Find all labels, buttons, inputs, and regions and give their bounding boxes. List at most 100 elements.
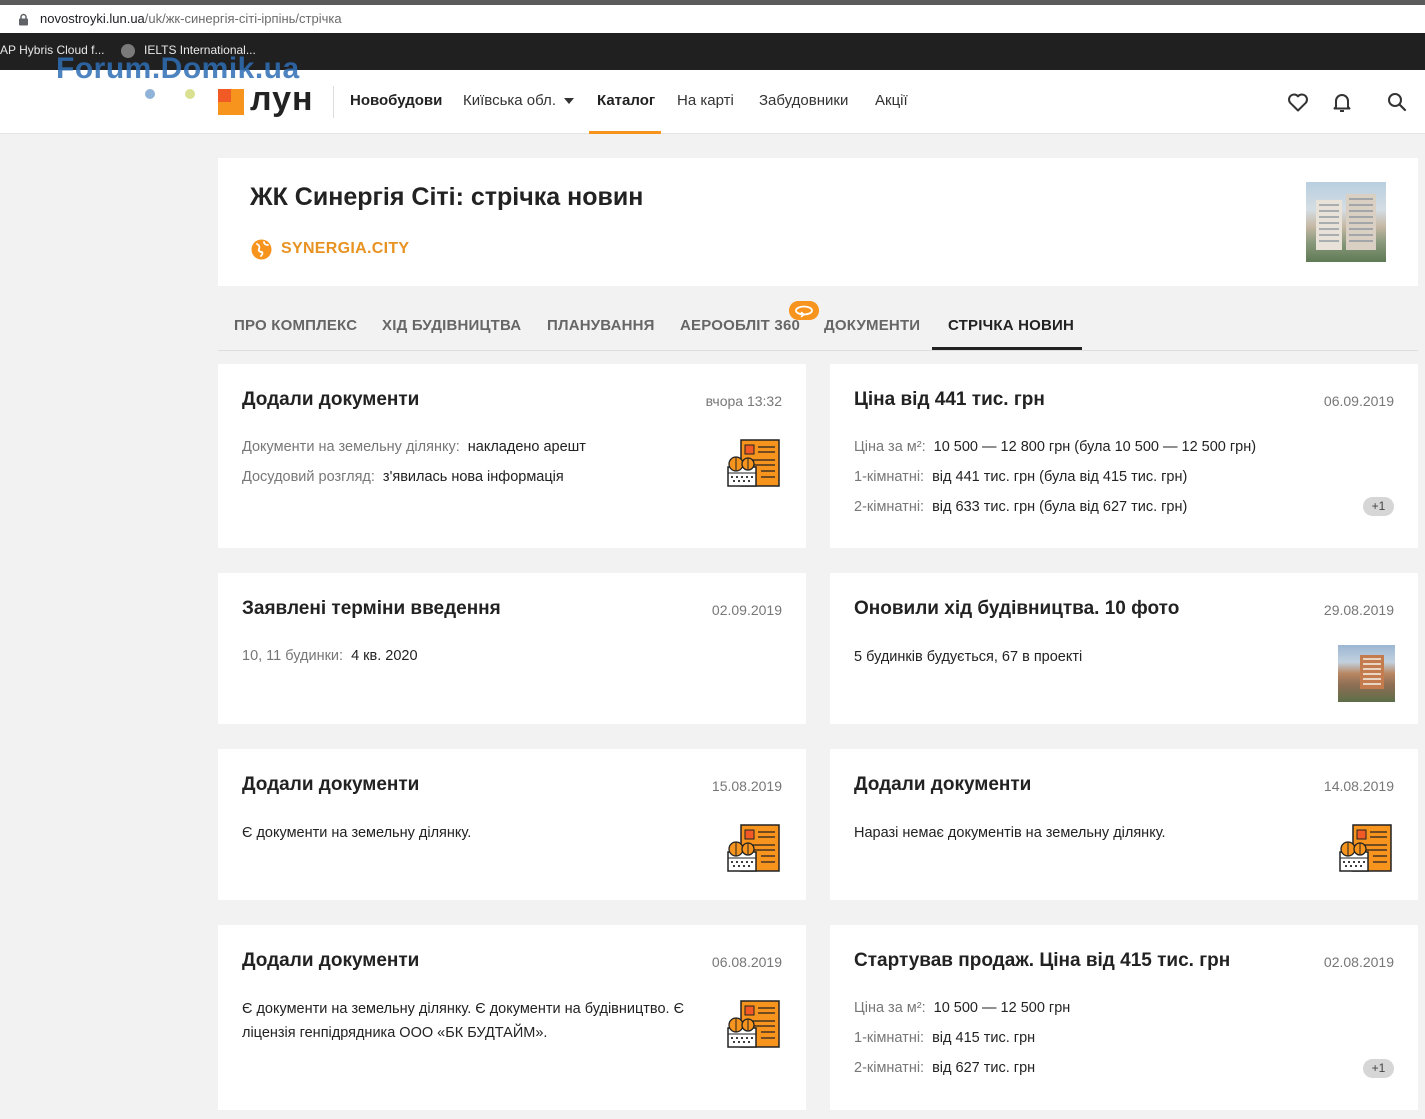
row-label: 1-кімнатні:: [854, 1030, 925, 1046]
logo-divider: [333, 86, 334, 118]
tab-progress[interactable]: ХІД БУДІВНИЦТВА: [382, 317, 521, 334]
row-label: Досудовий розгляд:: [242, 469, 375, 485]
news-card[interactable]: Заявлені терміни введення 02.09.2019 10,…: [218, 573, 806, 724]
news-card[interactable]: Ціна від 441 тис. грн 06.09.2019 Ціна за…: [830, 364, 1418, 548]
lock-icon: [19, 13, 28, 26]
news-card[interactable]: Додали документи 14.08.2019 Наразі немає…: [830, 749, 1418, 900]
news-card-title: Додали документи: [242, 389, 420, 410]
news-card-row: 1-кімнатні: від 441 тис. грн (була від 41…: [854, 469, 1187, 485]
panorama-360-icon: [789, 301, 819, 320]
construction-photo[interactable]: [1338, 645, 1395, 702]
news-card-row: Ціна за м²: 10 500 — 12 800 грн (була 10 …: [854, 439, 1256, 455]
news-card[interactable]: Додали документи 15.08.2019 Є документи …: [218, 749, 806, 900]
tab-documents[interactable]: ДОКУМЕНТИ: [824, 317, 920, 334]
heart-icon[interactable]: [1286, 90, 1310, 114]
news-card-title: Додали документи: [242, 950, 420, 971]
website-link[interactable]: SYNERGIA.CITY: [281, 240, 409, 258]
url-host: novostroyki.lun.ua: [40, 11, 145, 26]
news-card-title: Додали документи: [242, 774, 420, 795]
address-bar[interactable]: novostroyki.lun.ua/uk/жк-синергія-сіті-і…: [0, 0, 1425, 33]
news-card-date: 15.08.2019: [711, 778, 782, 794]
row-value: 4 кв. 2020: [351, 648, 418, 664]
chevron-down-icon: [563, 98, 574, 105]
url-path: /uk/жк-синергія-сіті-ірпінь/стрічка: [144, 11, 342, 26]
document-icon: [727, 439, 780, 487]
news-card-date: 29.08.2019: [1323, 602, 1394, 618]
news-card-title: Заявлені терміни введення: [242, 598, 501, 619]
nav-developers[interactable]: Забудовники: [759, 92, 848, 109]
row-value: від 627 тис. грн: [932, 1060, 1036, 1076]
tab-plans[interactable]: ПЛАНУВАННЯ: [547, 317, 655, 334]
news-card-title: Оновили хід будівництва. 10 фото: [854, 598, 1180, 619]
tab-active-indicator: [932, 347, 1082, 350]
decor-dot-blue: [145, 89, 155, 99]
news-card-row: 1-кімнатні: від 415 тис. грн: [854, 1030, 1035, 1046]
news-card-row: 10, 11 будинки: 4 кв. 2020: [242, 648, 418, 664]
photo-building: [1360, 655, 1384, 689]
row-value: 10 500 — 12 500 грн: [933, 1000, 1071, 1016]
news-card[interactable]: Додали документи вчора 13:32 Документи н…: [218, 364, 806, 548]
row-label: Ціна за м²:: [854, 1000, 926, 1016]
news-card-text: Є документи на земельну ділянку.: [242, 825, 472, 841]
news-card-date: 02.08.2019: [1323, 954, 1394, 970]
more-badge[interactable]: +1: [1363, 1059, 1394, 1078]
watermark: Forum.Domik.ua: [56, 52, 300, 85]
complex-thumbnail[interactable]: [1306, 182, 1386, 262]
nav-map[interactable]: На карті: [677, 92, 734, 109]
news-card[interactable]: Додали документи 06.08.2019 Є документи …: [218, 925, 806, 1110]
document-icon: [1339, 824, 1392, 872]
row-label: 2-кімнатні:: [854, 1060, 925, 1076]
tab-about[interactable]: ПРО КОМПЛЕКС: [234, 317, 357, 334]
row-label: Документи на земельну ділянку:: [242, 439, 460, 455]
row-value: накладено арешт: [467, 439, 586, 455]
news-card-row: Досудовий розгляд: з'явилась нова інформа…: [242, 469, 564, 485]
news-card-date: вчора 13:32: [705, 393, 782, 409]
news-card-text: Наразі немає документів на земельну діля…: [854, 825, 1166, 841]
url-text[interactable]: novostroyki.lun.ua/uk/жк-синергія-сіті-і…: [40, 11, 342, 26]
news-card-row: 2-кімнатні: від 627 тис. грн: [854, 1060, 1035, 1076]
row-value: 10 500 — 12 800 грн (була 10 500 — 12 50…: [933, 439, 1257, 455]
news-card[interactable]: Стартував продаж. Ціна від 415 тис. грн …: [830, 925, 1418, 1110]
globe-icon: [251, 239, 272, 260]
row-label: Ціна за м²:: [854, 439, 926, 455]
thumbnail-building: [1316, 200, 1342, 250]
nav-new-buildings[interactable]: Новобудови: [350, 92, 442, 109]
nav-active-indicator: [589, 131, 661, 134]
row-label: 2-кімнатні:: [854, 499, 925, 515]
nav-catalog[interactable]: Каталог: [597, 92, 655, 109]
news-card-text: Є документи на земельну ділянку. Є докум…: [242, 1001, 685, 1041]
news-card-date: 06.08.2019: [711, 954, 782, 970]
news-card-title: Додали документи: [854, 774, 1032, 795]
row-value: від 441 тис. грн (була від 415 тис. грн): [932, 469, 1188, 485]
row-value: від 633 тис. грн (була від 627 тис. грн): [932, 499, 1188, 515]
nav-region-select[interactable]: Київська обл.: [463, 92, 574, 109]
document-icon: [727, 824, 780, 872]
tab-news[interactable]: СТРІЧКА НОВИН: [948, 317, 1074, 334]
news-card[interactable]: Оновили хід будівництва. 10 фото 29.08.2…: [830, 573, 1418, 724]
row-label: 10, 11 будинки:: [242, 648, 344, 664]
news-card-date: 14.08.2019: [1323, 778, 1394, 794]
row-value: з'явилась нова інформація: [382, 469, 564, 485]
row-value: від 415 тис. грн: [932, 1030, 1036, 1046]
complex-header-card: ЖК Синергія Сіті: стрічка новин SYNERGIA…: [218, 158, 1418, 286]
thumbnail-building: [1346, 194, 1376, 250]
news-card-text: 5 будинків будується, 67 в проекті: [854, 649, 1083, 665]
row-label: 1-кімнатні:: [854, 469, 925, 485]
news-card-date: 06.09.2019: [1323, 393, 1394, 409]
news-card-row: Ціна за м²: 10 500 — 12 500 грн: [854, 1000, 1070, 1016]
bell-icon[interactable]: [1330, 90, 1354, 114]
tab-aerial[interactable]: АЕРООБЛІТ 360: [680, 317, 800, 334]
nav-promos[interactable]: Акції: [875, 92, 908, 109]
more-badge[interactable]: +1: [1363, 497, 1394, 516]
news-card-row: Документи на земельну ділянку: накладено …: [242, 439, 586, 455]
document-icon: [727, 1000, 780, 1048]
news-card-title: Ціна від 441 тис. грн: [854, 389, 1045, 410]
news-card-row: 2-кімнатні: від 633 тис. грн (була від 62…: [854, 499, 1187, 515]
search-icon[interactable]: [1385, 90, 1409, 114]
news-card-title: Стартував продаж. Ціна від 415 тис. грн: [854, 950, 1231, 971]
region-label: Київська обл.: [463, 92, 556, 109]
decor-dot-yellow: [185, 89, 195, 99]
logo-icon[interactable]: [218, 89, 244, 115]
news-card-date: 02.09.2019: [711, 602, 782, 618]
page-title: ЖК Синергія Сіті: стрічка новин: [250, 183, 644, 211]
